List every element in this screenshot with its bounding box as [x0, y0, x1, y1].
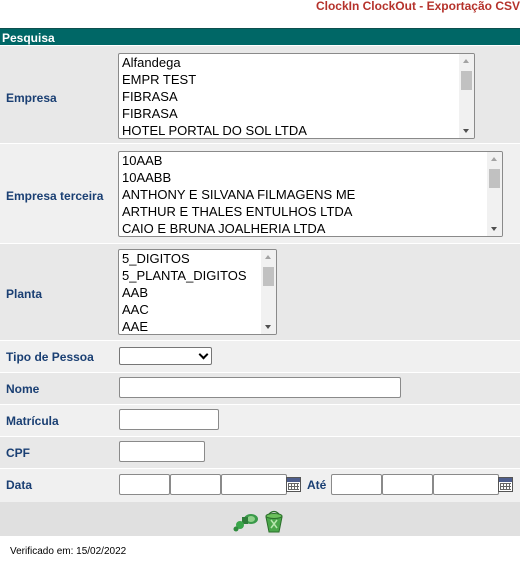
cpf-label: CPF: [6, 446, 30, 460]
planta-option[interactable]: 5_PLANTA_DIGITOS: [122, 267, 260, 284]
scroll-down-icon[interactable]: [491, 227, 497, 231]
ate-label: Até: [307, 478, 327, 492]
action-bar: [0, 502, 520, 536]
empresa-option[interactable]: Alfandega: [122, 54, 458, 71]
data-fim-dia-input[interactable]: [331, 474, 382, 495]
empresa-option[interactable]: FIBRASA: [122, 105, 458, 122]
scroll-down-icon[interactable]: [463, 129, 469, 133]
chevron-down-icon: [198, 349, 209, 360]
planta-option[interactable]: AAC: [122, 301, 260, 318]
verified-date-text: Verificado em: 15/02/2022: [10, 546, 127, 557]
matricula-input[interactable]: [119, 409, 219, 430]
cpf-input[interactable]: [119, 441, 205, 462]
empresa-terceira-scrollbar[interactable]: [487, 152, 502, 236]
row-empresa: Empresa Alfandega EMPR TEST FIBRASA FIBR…: [0, 46, 520, 143]
scroll-down-icon[interactable]: [265, 325, 271, 329]
row-planta: Planta 5_DIGITOS 5_PLANTA_DIGITOS AAB AA…: [0, 244, 520, 340]
row-data: Data Até: [0, 469, 520, 502]
planta-label: Planta: [6, 287, 43, 301]
empresa-terceira-option[interactable]: 10AABB: [122, 169, 486, 186]
tipo-pessoa-select[interactable]: [119, 347, 212, 365]
app-title: ClockIn ClockOut - Exportação CSV: [315, 0, 520, 13]
planta-scrollbar[interactable]: [261, 250, 276, 334]
empresa-terceira-option[interactable]: ANTHONY E SILVANA FILMAGENS ME: [122, 186, 486, 203]
empresa-option[interactable]: EMPR TEST: [122, 71, 458, 88]
scroll-up-icon[interactable]: [491, 157, 497, 161]
data-inicio-mes-input[interactable]: [170, 474, 221, 495]
empresa-label: Empresa: [6, 91, 57, 105]
empresa-terceira-option[interactable]: CAIO E BRUNA JOALHERIA LTDA: [122, 220, 486, 236]
row-matricula: Matrícula: [0, 405, 520, 436]
planta-option[interactable]: AAE: [122, 318, 260, 334]
data-fim-mes-input[interactable]: [382, 474, 433, 495]
tipo-pessoa-label: Tipo de Pessoa: [6, 350, 94, 364]
scroll-up-icon[interactable]: [265, 255, 271, 259]
calendar-icon[interactable]: [498, 477, 513, 492]
data-inicio-dia-input[interactable]: [119, 474, 170, 495]
calendar-icon[interactable]: [286, 477, 301, 492]
row-nome: Nome: [0, 373, 520, 404]
nome-label: Nome: [6, 382, 40, 396]
planta-option[interactable]: 5_DIGITOS: [122, 250, 260, 267]
empresa-listbox[interactable]: Alfandega EMPR TEST FIBRASA FIBRASA HOTE…: [118, 53, 475, 139]
empresa-option[interactable]: HOTEL PORTAL DO SOL LTDA: [122, 122, 458, 138]
search-binoculars-icon[interactable]: [233, 512, 259, 532]
empresa-terceira-option[interactable]: 10AAB: [122, 152, 486, 169]
matricula-label: Matrícula: [6, 414, 59, 428]
scroll-thumb[interactable]: [461, 71, 472, 90]
nome-input[interactable]: [119, 377, 401, 398]
clear-bucket-icon[interactable]: [263, 510, 285, 534]
data-inicio-ano-input[interactable]: [221, 474, 287, 495]
row-tipo-pessoa: Tipo de Pessoa: [0, 341, 520, 372]
data-fim-ano-input[interactable]: [433, 474, 499, 495]
scroll-thumb[interactable]: [263, 267, 274, 286]
scroll-up-icon[interactable]: [463, 59, 469, 63]
row-cpf: CPF: [0, 437, 520, 468]
empresa-option[interactable]: FIBRASA: [122, 88, 458, 105]
empresa-terceira-option[interactable]: ARTHUR E THALES ENTULHOS LTDA: [122, 203, 486, 220]
empresa-terceira-listbox[interactable]: 10AAB 10AABB ANTHONY E SILVANA FILMAGENS…: [118, 151, 503, 237]
planta-option[interactable]: AAB: [122, 284, 260, 301]
empresa-scrollbar[interactable]: [459, 54, 474, 138]
scroll-thumb[interactable]: [489, 169, 500, 188]
section-header-pesquisa: Pesquisa: [0, 28, 520, 45]
data-label: Data: [6, 478, 33, 492]
row-empresa-terceira: Empresa terceira 10AAB 10AABB ANTHONY E …: [0, 144, 520, 243]
planta-listbox[interactable]: 5_DIGITOS 5_PLANTA_DIGITOS AAB AAC AAE: [118, 249, 277, 335]
empresa-terceira-label: Empresa terceira: [6, 189, 104, 203]
